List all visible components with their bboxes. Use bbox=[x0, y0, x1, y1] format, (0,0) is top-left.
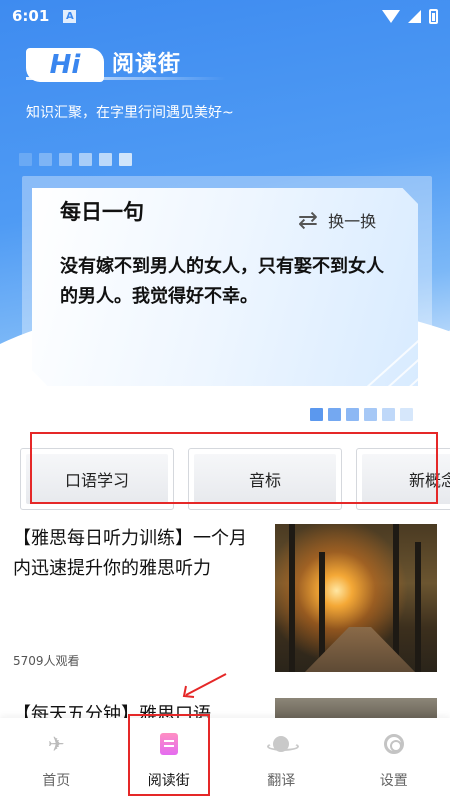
deco-square bbox=[39, 153, 52, 166]
pager-dot[interactable] bbox=[310, 408, 323, 421]
nav-label: 翻译 bbox=[267, 773, 296, 789]
refresh-button[interactable]: ⇄ 换一换 bbox=[298, 208, 376, 232]
page-title: 阅读街 bbox=[112, 52, 182, 77]
article-views: 5709人观看 bbox=[13, 654, 80, 668]
deco-square bbox=[119, 153, 132, 166]
annotation-arrow bbox=[182, 673, 227, 698]
article-thumbnail bbox=[275, 524, 437, 672]
pager-dot[interactable] bbox=[328, 408, 341, 421]
refresh-label: 换一换 bbox=[328, 212, 377, 231]
signal-icon bbox=[408, 9, 421, 23]
nav-home[interactable]: ✈ 首页 bbox=[0, 718, 113, 800]
nav-translate[interactable]: 翻译 bbox=[225, 718, 338, 800]
pager-dot[interactable] bbox=[400, 408, 413, 421]
title-underline bbox=[26, 77, 226, 80]
quote-title: 每日一句 bbox=[60, 200, 144, 224]
carousel-pager bbox=[310, 408, 413, 421]
nav-label: 设置 bbox=[379, 773, 408, 789]
deco-square bbox=[19, 153, 32, 166]
notification-icon: A bbox=[63, 9, 77, 23]
highlight-box bbox=[128, 714, 210, 796]
wifi-icon bbox=[382, 9, 400, 23]
deco-square bbox=[79, 153, 92, 166]
status-bar: 6:01 A bbox=[0, 0, 450, 32]
planet-icon bbox=[267, 732, 300, 756]
hero-subtitle: 知识汇聚，在字里行间遇见美好~ bbox=[26, 105, 234, 121]
bottom-nav: ✈ 首页 阅读街 翻译 设置 bbox=[0, 718, 450, 800]
deco-square bbox=[99, 153, 112, 166]
pager-dot[interactable] bbox=[382, 408, 395, 421]
gear-icon bbox=[382, 732, 406, 756]
pager-dot[interactable] bbox=[346, 408, 359, 421]
refresh-icon: ⇄ bbox=[298, 206, 319, 234]
status-time: 6:01 bbox=[12, 7, 50, 25]
article-title: 【雅思每日听力训练】一个月内迅速提升你的雅思听力 bbox=[13, 528, 247, 579]
article-item[interactable]: 【雅思每日听力训练】一个月内迅速提升你的雅思听力 5709人观看 bbox=[0, 520, 450, 672]
highlight-box bbox=[30, 432, 438, 504]
quote-text: 没有嫁不到男人的女人，只有娶不到女人的男人。我觉得好不幸。 bbox=[60, 256, 384, 307]
pager-dot[interactable] bbox=[364, 408, 377, 421]
plane-icon: ✈ bbox=[47, 732, 65, 756]
decorative-squares bbox=[19, 153, 132, 166]
nav-label: 首页 bbox=[42, 773, 71, 789]
nav-settings[interactable]: 设置 bbox=[338, 718, 450, 800]
deco-square bbox=[59, 153, 72, 166]
battery-icon bbox=[429, 8, 438, 24]
